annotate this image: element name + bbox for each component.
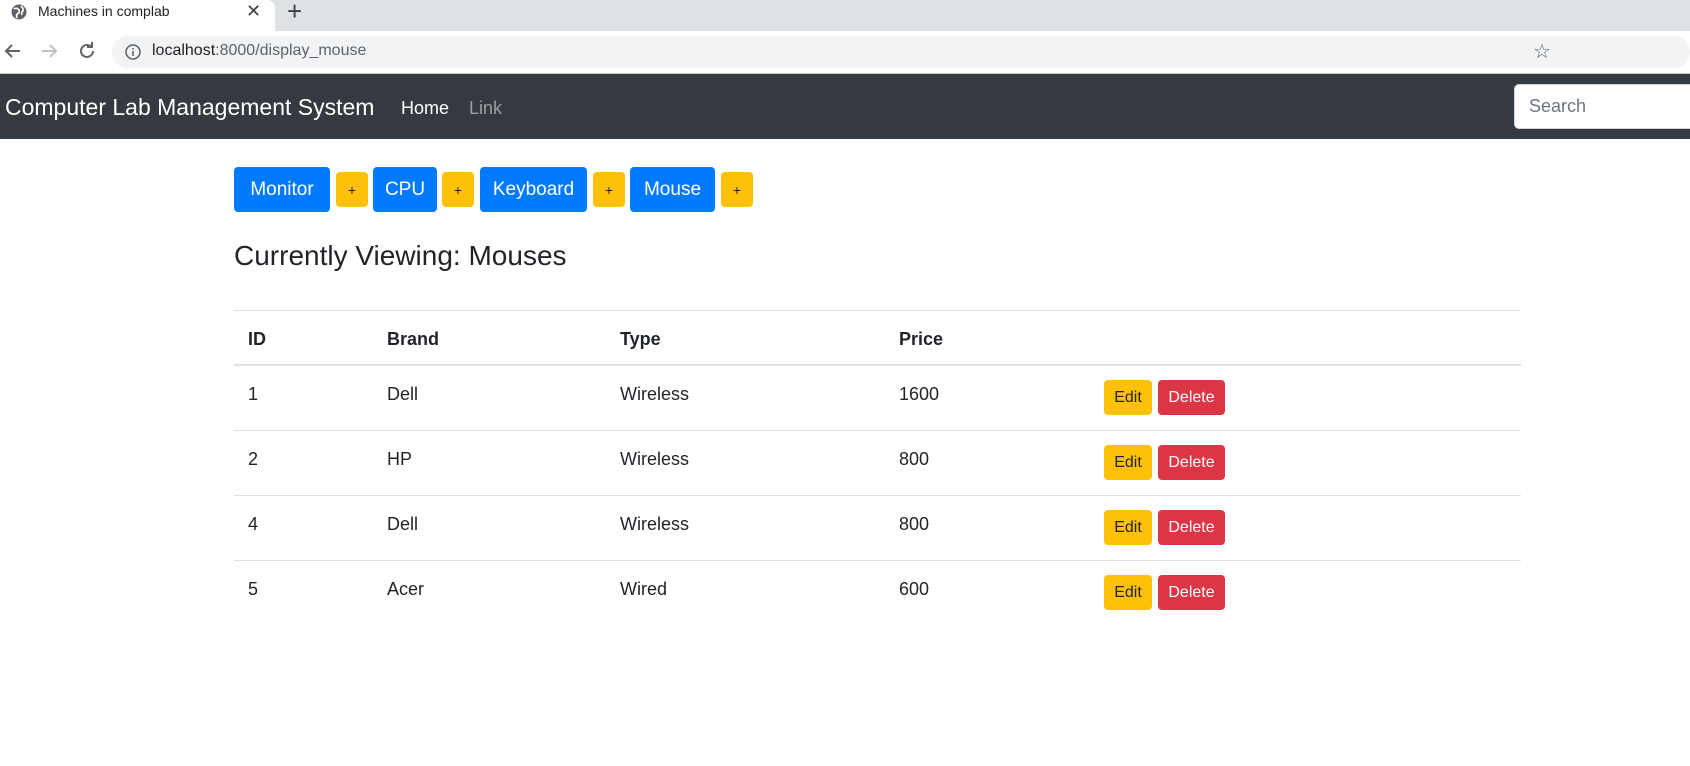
column-header-brand: Brand	[387, 329, 440, 349]
mouse-button[interactable]: Mouse	[630, 167, 715, 212]
close-tab-icon[interactable]: ✕	[246, 1, 261, 21]
delete-button[interactable]: Delete	[1158, 575, 1225, 610]
nav-link-link[interactable]: Link	[469, 98, 502, 119]
browser-tab[interactable]: Machines in complab ✕	[0, 0, 275, 31]
table-row: 2 HP Wireless 800 Edit Delete	[234, 431, 1521, 496]
edit-button[interactable]: Edit	[1104, 380, 1152, 415]
cell-brand: Dell	[387, 514, 419, 534]
table-top-border	[234, 310, 1521, 311]
table-row: 5 Acer Wired 600 Edit Delete	[234, 561, 1521, 626]
info-icon[interactable]	[125, 44, 141, 60]
url-path: :8000/display_mouse	[215, 42, 367, 59]
url-text: localhost:8000/display_mouse	[152, 42, 366, 60]
cell-id: 5	[248, 579, 259, 599]
add-monitor-button[interactable]: +	[336, 172, 368, 207]
url-host: localhost	[152, 42, 216, 59]
cpu-button[interactable]: CPU	[373, 167, 437, 212]
cell-price: 800	[899, 449, 930, 469]
cell-brand: Acer	[387, 579, 425, 599]
bookmark-star-icon[interactable]: ☆	[1533, 39, 1551, 64]
app-navbar: Computer Lab Management System Home Link…	[0, 74, 1690, 139]
delete-button[interactable]: Delete	[1158, 445, 1225, 480]
cell-type: Wireless	[620, 449, 690, 469]
page-heading: Currently Viewing: Mouses	[234, 240, 567, 271]
column-header-price: Price	[899, 329, 944, 349]
forward-arrow-icon[interactable]	[37, 39, 61, 63]
column-header-type: Type	[620, 329, 661, 349]
add-mouse-button[interactable]: +	[721, 172, 753, 207]
delete-button[interactable]: Delete	[1158, 380, 1225, 415]
cell-id: 4	[248, 514, 259, 534]
cell-type: Wireless	[620, 514, 690, 534]
table-row: 4 Dell Wireless 800 Edit Delete	[234, 496, 1521, 561]
keyboard-button[interactable]: Keyboard	[480, 167, 587, 212]
globe-icon	[11, 4, 27, 20]
monitor-button[interactable]: Monitor	[234, 167, 330, 212]
navbar-brand[interactable]: Computer Lab Management System	[5, 94, 374, 121]
back-arrow-icon[interactable]	[1, 39, 25, 63]
cell-price: 800	[899, 514, 930, 534]
edit-button[interactable]: Edit	[1104, 445, 1152, 480]
cell-brand: Dell	[387, 384, 419, 404]
nav-link-home[interactable]: Home	[401, 98, 449, 119]
delete-button[interactable]: Delete	[1158, 510, 1225, 545]
new-tab-icon[interactable]: +	[287, 0, 302, 24]
cell-type: Wireless	[620, 384, 690, 404]
cell-type: Wired	[620, 579, 668, 599]
cell-id: 2	[248, 449, 259, 469]
add-keyboard-button[interactable]: +	[593, 172, 625, 207]
edit-button[interactable]: Edit	[1104, 510, 1152, 545]
column-header-id: ID	[248, 329, 266, 349]
tab-title: Machines in complab	[38, 3, 170, 19]
reload-icon[interactable]	[75, 39, 99, 63]
table-row: 1 Dell Wireless 1600 Edit Delete	[234, 366, 1521, 431]
cell-price: 600	[899, 579, 930, 599]
cell-id: 1	[248, 384, 259, 404]
cell-price: 1600	[899, 384, 940, 404]
browser-toolbar: localhost:8000/display_mouse ☆	[0, 31, 1690, 73]
add-cpu-button[interactable]: +	[442, 172, 474, 207]
cell-brand: HP	[387, 449, 413, 469]
browser-tabstrip: Machines in complab ✕ +	[0, 0, 1690, 31]
address-bar[interactable]: localhost:8000/display_mouse ☆	[112, 36, 1690, 68]
search-input[interactable]: Search	[1514, 84, 1690, 129]
edit-button[interactable]: Edit	[1104, 575, 1152, 610]
